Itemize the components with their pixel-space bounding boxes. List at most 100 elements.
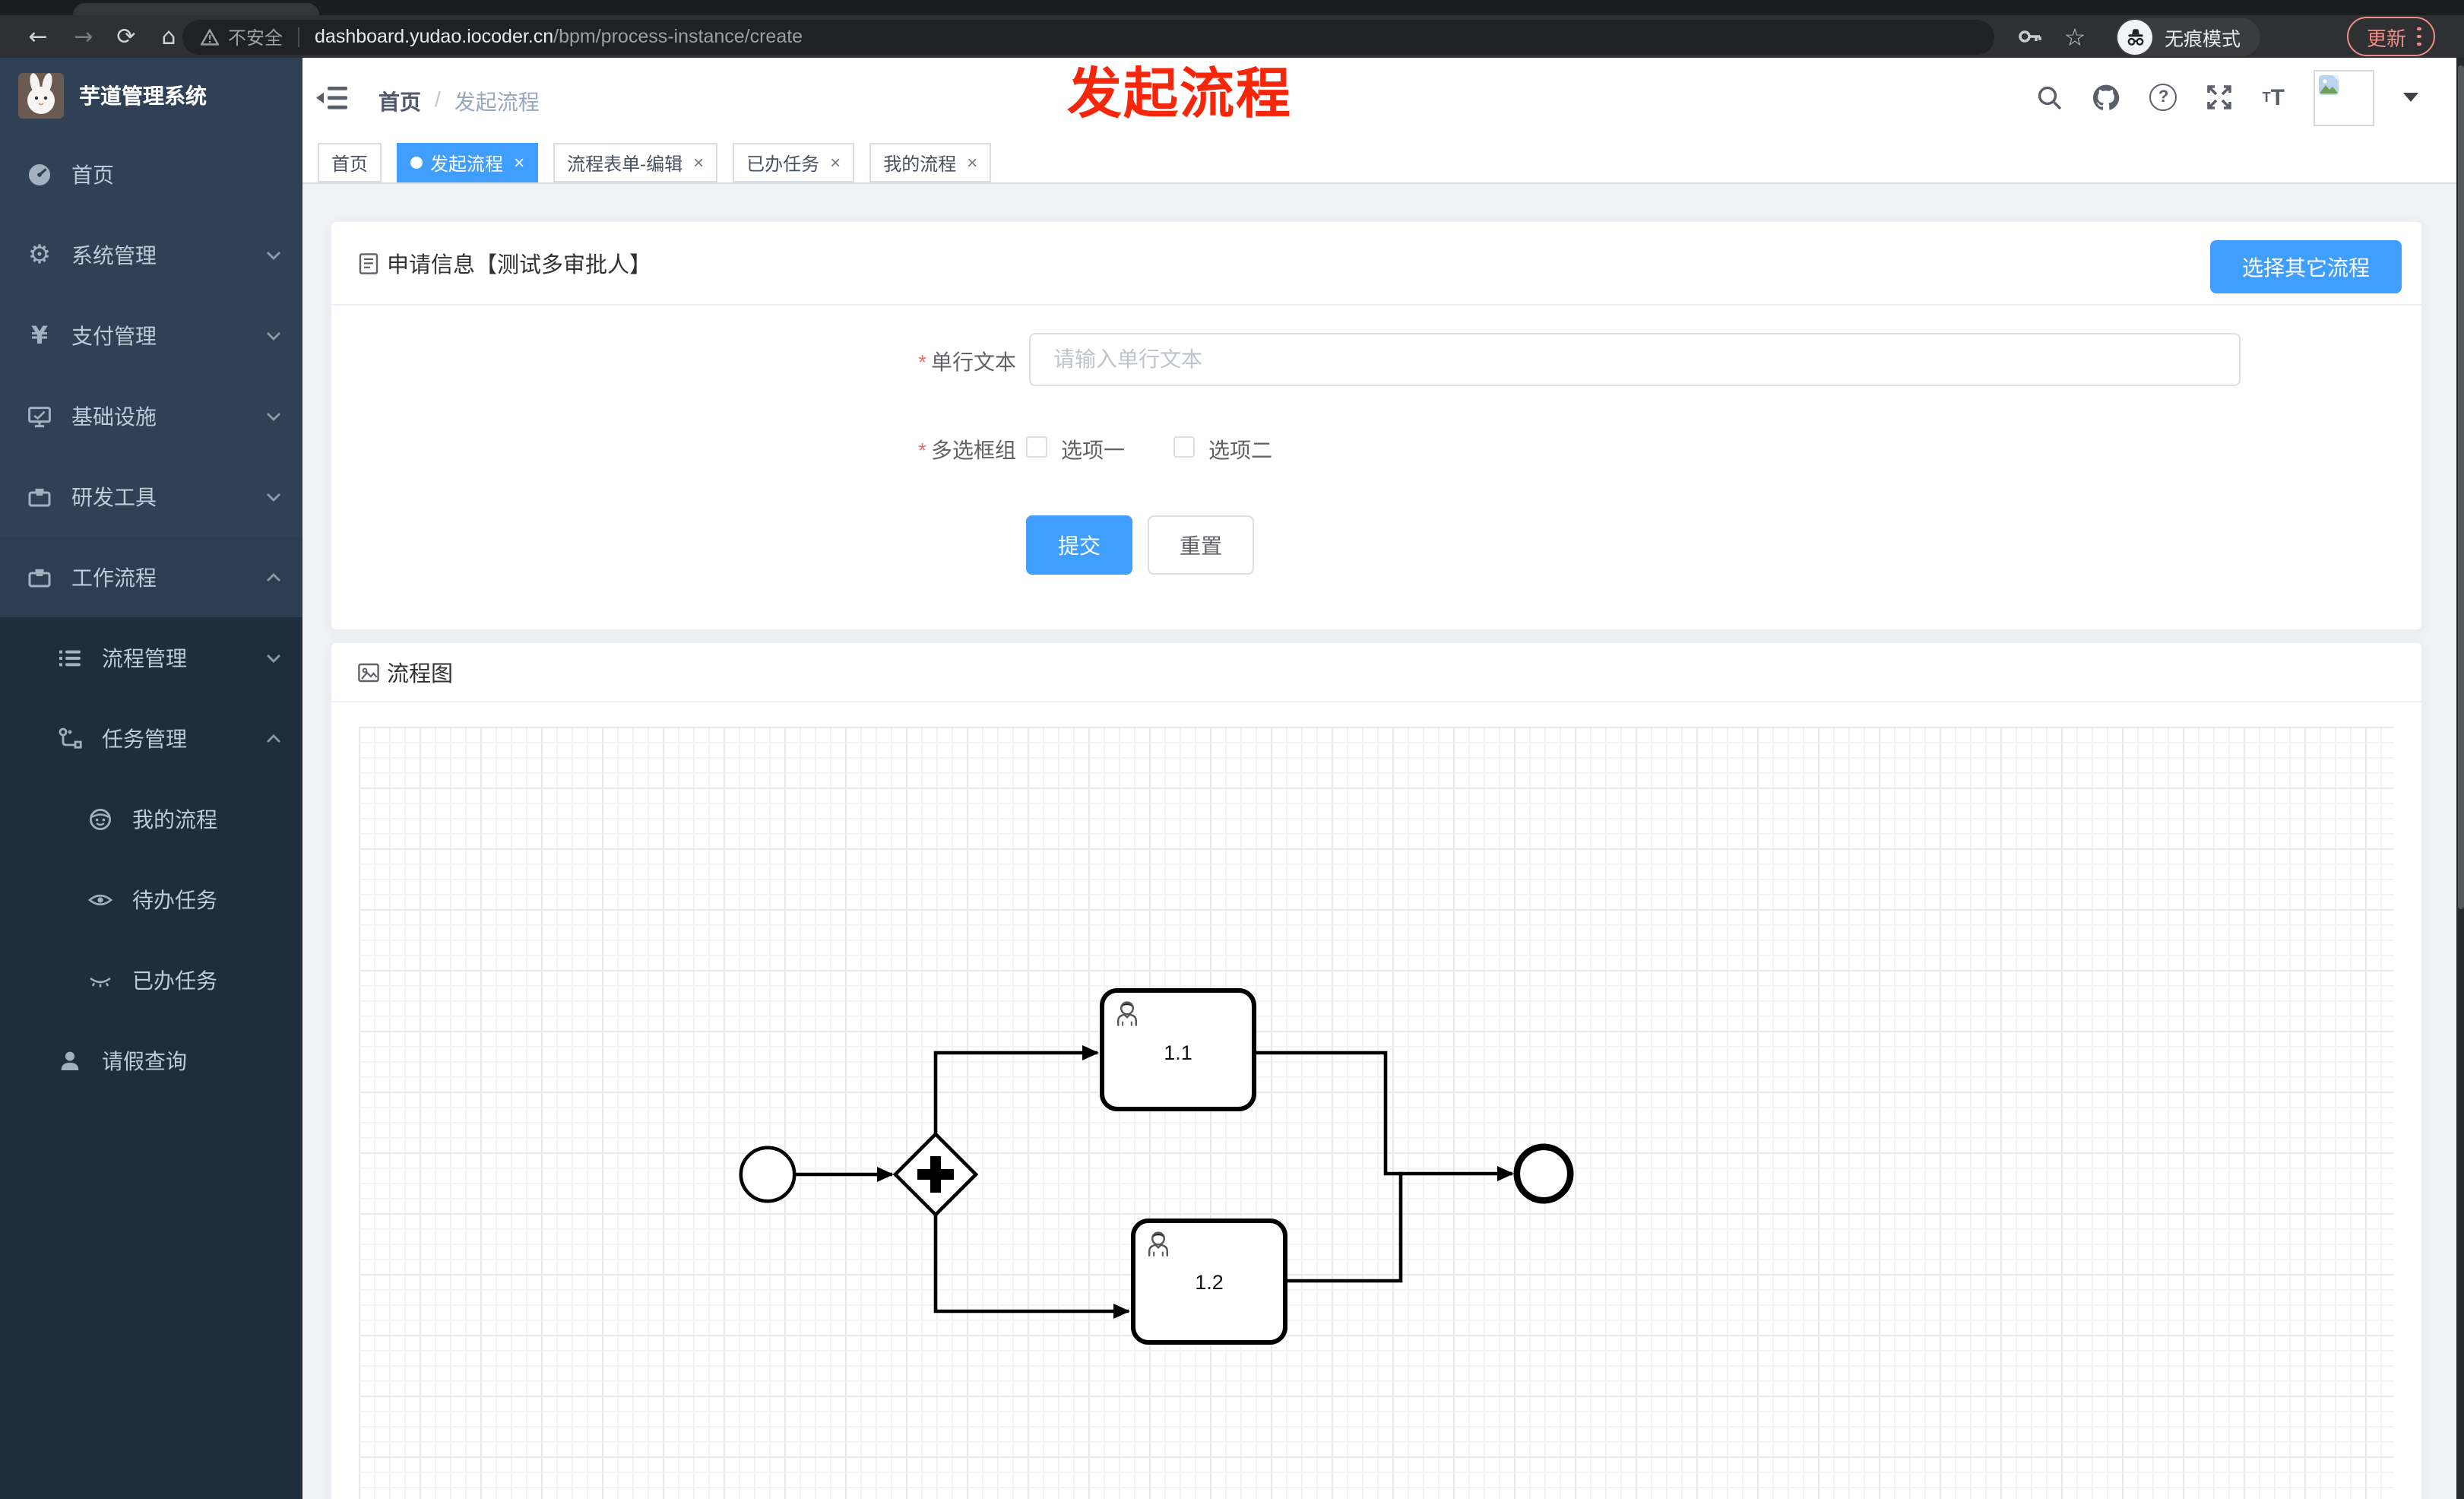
fontsize-small-glyph: T (2262, 90, 2271, 105)
sidebar-item-todo-tasks[interactable]: 待办任务 (0, 859, 302, 940)
checkbox-option1-label[interactable]: 选项一 (1061, 434, 1125, 464)
document-icon (358, 252, 378, 274)
tag-label: 发起流程 (430, 153, 504, 174)
question-glyph: ? (2158, 88, 2169, 106)
sidebar-item-label: 已办任务 (132, 968, 217, 992)
label-text: 多选框组 (931, 438, 1016, 462)
avatar (18, 73, 64, 119)
list-icon (56, 645, 84, 670)
sidebar-item-system[interactable]: ⚙ 系统管理 (0, 214, 302, 295)
tag-home[interactable]: 首页 (318, 143, 382, 182)
search-icon[interactable] (2038, 84, 2063, 110)
sidebar-item-payment[interactable]: ¥ 支付管理 (0, 295, 302, 376)
reload-icon[interactable]: ⟳ (106, 15, 146, 58)
sidebar-item-process-management[interactable]: 流程管理 (0, 617, 302, 698)
user-avatar[interactable] (2314, 69, 2374, 125)
browser-menu-icon[interactable] (2417, 27, 2421, 46)
flow-branch-icon (56, 726, 84, 750)
app-logo[interactable]: 芋道管理系统 (0, 58, 302, 134)
tag-close-icon[interactable]: × (693, 152, 704, 173)
text-field-label: * 单行文本 (756, 347, 1016, 377)
checkbox-group-label: * 多选框组 (756, 435, 1016, 465)
caret-down-icon[interactable] (2403, 93, 2418, 102)
tag-done-tasks[interactable]: 已办任务 × (733, 143, 855, 182)
bpmn-start-event (738, 1145, 796, 1203)
sidebar-item-workflow[interactable]: 工作流程 (0, 537, 302, 617)
sidebar-item-label: 流程管理 (102, 645, 187, 670)
chevron-down-icon (266, 404, 281, 428)
tag-form-edit[interactable]: 流程表单-编辑 × (553, 143, 718, 182)
fullscreen-icon[interactable] (2206, 84, 2234, 111)
bpmn-flow-gateway-task1 (933, 1044, 1098, 1133)
toolbox-icon (26, 565, 53, 589)
bpmn-flow-gateway-task2 (933, 1214, 1129, 1318)
sidebar-item-my-processes[interactable]: 我的流程 (0, 778, 302, 859)
checkbox-option1[interactable] (1026, 436, 1047, 457)
eye-icon (87, 887, 114, 911)
reset-button[interactable]: 重置 (1148, 515, 1254, 575)
help-icon[interactable]: ? (2149, 84, 2177, 111)
sidebar-item-done-tasks[interactable]: 已办任务 (0, 940, 302, 1020)
fontsize-large-glyph: T (2270, 84, 2285, 110)
sidebar-fold-icon[interactable] (316, 85, 348, 119)
screen: ← → ⟳ ⌂ 不安全 dashboard.yudao.iocoder.cn/b… (0, 0, 2464, 1499)
browser-update-button[interactable]: 更新 (2347, 17, 2435, 56)
bpmn-user-task-1: 1.1 (1099, 987, 1256, 1111)
flow-diagram-card: 流程图 1.1 1.2 (329, 642, 2423, 1499)
monitor-icon (26, 404, 53, 428)
back-icon[interactable]: ← (18, 15, 58, 58)
key-icon[interactable] (2016, 15, 2046, 58)
picture-icon (357, 662, 378, 682)
choose-other-process-button[interactable]: 选择其它流程 (2210, 240, 2402, 293)
chevron-up-icon (266, 565, 281, 589)
incognito-label: 无痕模式 (2165, 28, 2241, 49)
sidebar-item-task-management[interactable]: 任务管理 (0, 698, 302, 778)
face-icon (87, 807, 114, 831)
flow-diagram-header: 流程图 (331, 643, 2421, 702)
tag-close-icon[interactable]: × (514, 152, 524, 173)
tag-create-process[interactable]: 发起流程 × (397, 143, 539, 182)
browser-tab[interactable] (73, 3, 319, 15)
submit-button[interactable]: 提交 (1026, 515, 1132, 575)
scrollbar-thumb[interactable] (2457, 65, 2463, 909)
sidebar-item-label: 系统管理 (71, 242, 157, 267)
gear-icon: ⚙ (27, 239, 52, 270)
sidebar-item-label: 任务管理 (102, 726, 187, 750)
apply-info-header: 申请信息【测试多审批人】 (331, 222, 2421, 306)
chevron-down-icon (266, 323, 281, 347)
sidebar-item-leave-query[interactable]: 请假查询 (0, 1020, 302, 1101)
sidebar-item-label: 请假查询 (102, 1048, 187, 1073)
forward-icon[interactable]: → (64, 15, 103, 58)
tag-close-icon[interactable]: × (967, 152, 977, 173)
browser-chrome: ← → ⟳ ⌂ 不安全 dashboard.yudao.iocoder.cn/b… (0, 0, 2464, 58)
checkbox-option2-label[interactable]: 选项二 (1208, 434, 1272, 464)
checkbox-option2[interactable] (1173, 436, 1194, 457)
bookmark-star-icon[interactable]: ☆ (2058, 15, 2092, 58)
bpmn-canvas[interactable]: 1.1 1.2 (358, 726, 2394, 1499)
eye-closed-icon (87, 968, 114, 992)
annotation-text: 发起流程 (1067, 62, 1293, 125)
sidebar-item-dev-tools[interactable]: 研发工具 (0, 456, 302, 537)
github-icon[interactable] (2092, 84, 2121, 111)
tag-close-icon[interactable]: × (830, 152, 841, 173)
security-label: 不安全 (228, 27, 283, 48)
chevron-down-icon (266, 484, 281, 509)
sidebar: 芋道管理系统 首页 ⚙ 系统管理 ¥ 支付管理 基础设施 研发工具 工作流程 流… (0, 58, 302, 1499)
page-scrollbar[interactable] (2456, 58, 2464, 1499)
page-content: 申请信息【测试多审批人】 选择其它流程 *单行文本 *多选框组 选项一 选项二 … (302, 184, 2464, 1499)
not-secure-warning-icon (201, 28, 219, 45)
active-dot-icon (410, 157, 423, 169)
breadcrumb-home[interactable]: 首页 (378, 87, 421, 117)
person-icon (56, 1048, 84, 1073)
flow-diagram-title: 流程图 (387, 662, 453, 686)
sidebar-item-infrastructure[interactable]: 基础设施 (0, 376, 302, 456)
browser-tabstrip (0, 0, 2464, 15)
single-line-text-input[interactable] (1029, 332, 2241, 385)
breadcrumb-separator: / (435, 87, 441, 111)
sidebar-item-home[interactable]: 首页 (0, 134, 302, 214)
sidebar-item-label: 我的流程 (132, 807, 217, 831)
tag-my-processes[interactable]: 我的流程 × (869, 143, 992, 182)
url-host: dashboard.yudao.iocoder.cn (315, 26, 554, 47)
url-bar[interactable]: 不安全 dashboard.yudao.iocoder.cn/bpm/proce… (182, 19, 1994, 54)
fontsize-icon[interactable]: TT (2263, 84, 2285, 110)
